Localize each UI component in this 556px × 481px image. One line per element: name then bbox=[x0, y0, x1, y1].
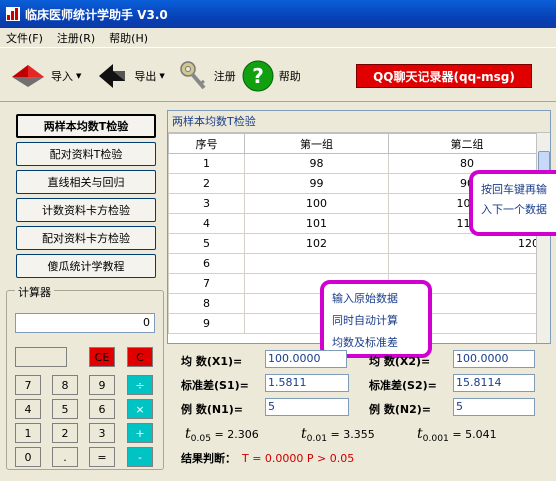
mean2-label: 均 数(X2)= bbox=[369, 355, 431, 368]
row-index: 4 bbox=[168, 213, 245, 234]
row-index: 1 bbox=[168, 153, 245, 174]
two-sample-t-test-button[interactable]: 两样本均数T检验 bbox=[16, 114, 156, 138]
calc-key-8[interactable]: 8 bbox=[52, 375, 78, 395]
calculator-label: 计算器 bbox=[15, 284, 54, 300]
row-index: 3 bbox=[168, 193, 245, 214]
app-icon bbox=[6, 7, 20, 21]
menu-file[interactable]: 文件(F) bbox=[6, 30, 43, 46]
calc-key-0[interactable]: 0 bbox=[15, 447, 41, 467]
table-row: 6 bbox=[168, 253, 546, 274]
calc-key-3[interactable]: 3 bbox=[89, 423, 115, 443]
calc-key-4[interactable]: 4 bbox=[15, 399, 41, 419]
t-critical-005: t0.05 = 2.306 bbox=[185, 426, 259, 445]
sd2-label: 标准差(S2)= bbox=[369, 379, 437, 392]
statistics-tutorial-button[interactable]: 傻瓜统计学教程 bbox=[16, 254, 156, 278]
result-label: 结果判断： bbox=[181, 452, 236, 465]
calc-key-9[interactable]: 9 bbox=[89, 375, 115, 395]
n2-label: 例 数(N2)= bbox=[369, 403, 431, 416]
menu-help[interactable]: 帮助(H) bbox=[109, 30, 148, 46]
tooltip-line: 按回车键再输 bbox=[481, 183, 547, 196]
help-button[interactable]: ? 帮助 bbox=[242, 60, 301, 92]
cell-group1[interactable]: 101 bbox=[244, 213, 389, 234]
calc-plus-button[interactable]: + bbox=[127, 423, 153, 443]
calc-divide-button[interactable]: ÷ bbox=[127, 375, 153, 395]
calc-key-dot[interactable]: . bbox=[52, 447, 78, 467]
calc-key-6[interactable]: 6 bbox=[89, 399, 115, 419]
sd1-label: 标准差(S1)= bbox=[181, 379, 249, 392]
calculator: 计算器 0 CE C 7 8 9 ÷ 4 5 6 × 1 2 3 + 0 . =… bbox=[6, 284, 164, 470]
calculator-memory-blank bbox=[15, 347, 67, 367]
tooltip-line: 入下一个数据 bbox=[481, 203, 547, 216]
chevron-down-icon: ▼ bbox=[76, 71, 82, 80]
export-button[interactable]: 导出 ▼ bbox=[97, 61, 165, 91]
column-header-group2: 第二组 bbox=[388, 133, 546, 154]
window-title: 临床医师统计学助手 V3.0 bbox=[25, 7, 168, 22]
row-index: 9 bbox=[168, 313, 245, 334]
paired-chi-square-button[interactable]: 配对资料卡方检验 bbox=[16, 226, 156, 250]
cell-group1[interactable]: 102 bbox=[244, 233, 389, 254]
column-header-index: 序号 bbox=[168, 133, 245, 154]
import-button[interactable]: 导入 ▼ bbox=[10, 61, 81, 91]
cell-group1[interactable]: 100 bbox=[244, 193, 389, 214]
t-critical-0001: t0.001 = 5.041 bbox=[417, 426, 497, 445]
vertical-scrollbar[interactable] bbox=[536, 133, 550, 343]
import-icon bbox=[12, 64, 44, 87]
t-critical-001: t0.01 = 3.355 bbox=[301, 426, 375, 445]
enter-key-tooltip: 按回车键再输 入下一个数据 bbox=[469, 170, 556, 236]
cell-group1[interactable]: 98 bbox=[244, 153, 389, 174]
calc-key-7[interactable]: 7 bbox=[15, 375, 41, 395]
row-index: 7 bbox=[168, 273, 245, 294]
chevron-down-icon: ▼ bbox=[159, 71, 165, 80]
cell-group1[interactable] bbox=[244, 253, 389, 274]
title-bar: 临床医师统计学助手 V3.0 bbox=[0, 0, 556, 28]
test-menu-panel: 两样本均数T检验 配对资料T检验 直线相关与回归 计数资料卡方检验 配对资料卡方… bbox=[6, 108, 164, 286]
calc-c-button[interactable]: C bbox=[127, 347, 153, 367]
calculator-display: 0 bbox=[15, 313, 155, 333]
mean2-field[interactable]: 100.0000 bbox=[453, 350, 535, 368]
export-icon bbox=[99, 63, 126, 88]
calc-multiply-button[interactable]: × bbox=[127, 399, 153, 419]
key-icon bbox=[180, 60, 206, 89]
calc-equals-button[interactable]: = bbox=[89, 447, 115, 467]
statistics-panel: 均 数(X1)= 100.0000 均 数(X2)= 100.0000 标准差(… bbox=[167, 346, 551, 474]
result-value: T = 0.0000 P > 0.05 bbox=[242, 452, 355, 465]
cell-group1[interactable]: 99 bbox=[244, 173, 389, 194]
sd1-field[interactable]: 1.5811 bbox=[265, 374, 349, 392]
n1-field[interactable]: 5 bbox=[265, 398, 349, 416]
paired-t-test-button[interactable]: 配对资料T检验 bbox=[16, 142, 156, 166]
row-index: 8 bbox=[168, 293, 245, 314]
calc-key-1[interactable]: 1 bbox=[15, 423, 41, 443]
tooltip-line: 同时自动计算 bbox=[332, 314, 398, 327]
menu-register[interactable]: 注册(R) bbox=[57, 30, 95, 46]
panel-title: 两样本均数T检验 bbox=[168, 111, 550, 133]
calc-minus-button[interactable]: - bbox=[127, 447, 153, 467]
row-index: 6 bbox=[168, 253, 245, 274]
register-button[interactable]: 注册 bbox=[179, 60, 236, 92]
correlation-regression-button[interactable]: 直线相关与回归 bbox=[16, 170, 156, 194]
row-index: 2 bbox=[168, 173, 245, 194]
column-header-group1: 第一组 bbox=[244, 133, 389, 154]
table-row: 5 102 120 bbox=[168, 233, 546, 254]
mean1-label: 均 数(X1)= bbox=[181, 355, 243, 368]
n1-label: 例 数(N1)= bbox=[181, 403, 243, 416]
tooltip-line: 输入原始数据 bbox=[332, 292, 398, 305]
sd2-field[interactable]: 15.8114 bbox=[453, 374, 535, 392]
n2-field[interactable]: 5 bbox=[453, 398, 535, 416]
qq-msg-banner[interactable]: QQ聊天记录器(qq-msg) bbox=[356, 64, 532, 88]
help-icon: ? bbox=[242, 60, 274, 91]
menu-bar: 文件(F) 注册(R) 帮助(H) bbox=[0, 28, 556, 48]
calc-key-2[interactable]: 2 bbox=[52, 423, 78, 443]
result-judgement: 结果判断： T = 0.0000 P > 0.05 bbox=[181, 450, 354, 466]
calc-ce-button[interactable]: CE bbox=[89, 347, 115, 367]
svg-text:?: ? bbox=[252, 64, 264, 88]
calc-key-5[interactable]: 5 bbox=[52, 399, 78, 419]
row-index: 5 bbox=[168, 233, 245, 254]
cell-group2[interactable]: 120 bbox=[388, 233, 546, 254]
mean1-field[interactable]: 100.0000 bbox=[265, 350, 347, 368]
count-chi-square-button[interactable]: 计数资料卡方检验 bbox=[16, 198, 156, 222]
cell-group2[interactable] bbox=[388, 253, 546, 274]
